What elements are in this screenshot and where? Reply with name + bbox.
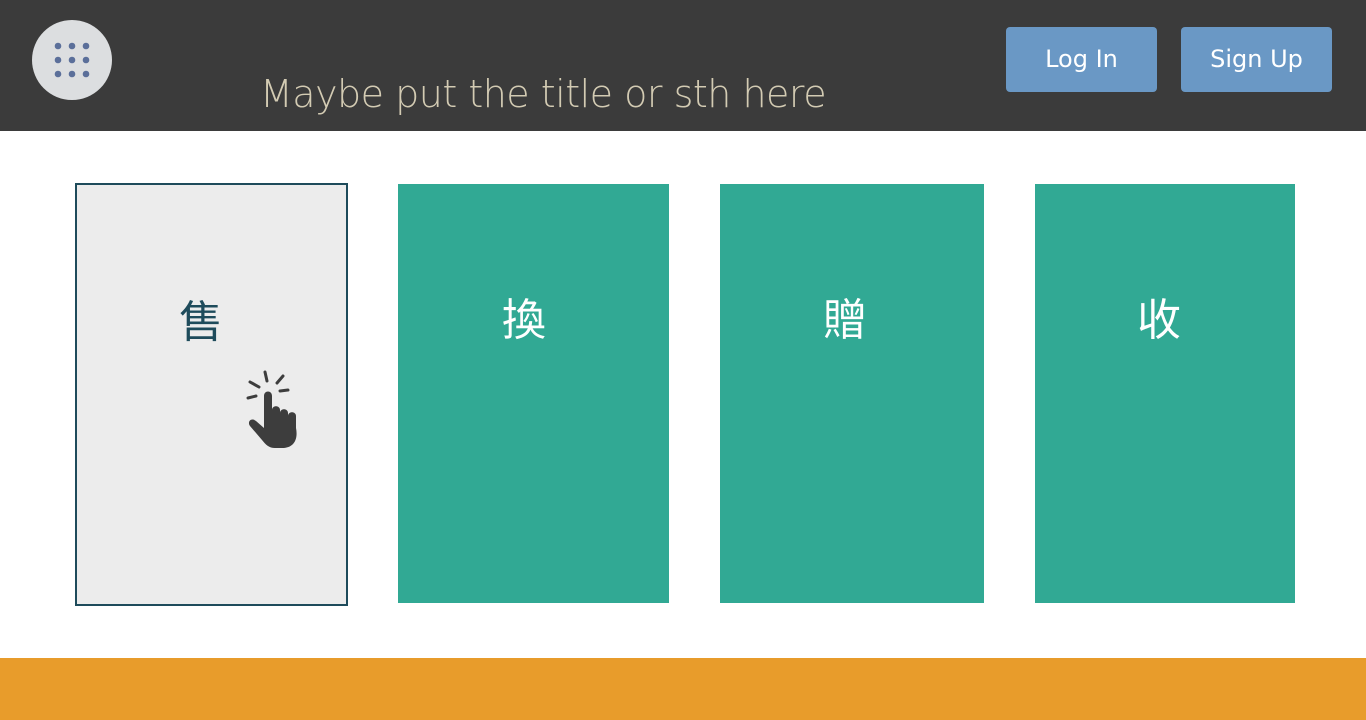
app-menu-button[interactable] [32,20,112,100]
card-sell-label: 售 [179,297,223,348]
footer-bar [0,658,1366,720]
card-gift-label: 贈 [823,295,867,346]
grid-dots-icon [54,42,90,78]
page-title: Maybe put the title or sth here [260,72,827,116]
card-sell[interactable]: 售 [75,183,348,606]
hand-pointer-click-icon [246,370,297,448]
signup-button[interactable]: Sign Up [1181,27,1332,92]
card-exchange[interactable]: 換 [398,184,669,603]
top-bar: Maybe put the title or sth here Log In S… [0,0,1366,131]
card-receive[interactable]: 收 [1035,184,1295,603]
card-gift[interactable]: 贈 [720,184,984,603]
card-receive-label: 收 [1137,295,1181,346]
card-exchange-label: 換 [502,295,546,346]
login-button[interactable]: Log In [1006,27,1157,92]
